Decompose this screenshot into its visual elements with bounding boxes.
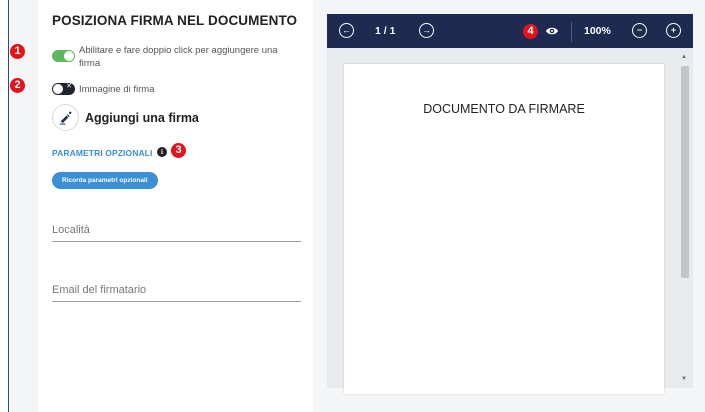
optional-params-label[interactable]: PARAMETRI OPZIONALI [52, 148, 152, 158]
annotation-marker-1: 1 [10, 44, 25, 59]
add-signature-button[interactable]: Aggiungi una firma [52, 104, 199, 131]
document-title: DOCUMENTO DA FIRMARE [423, 102, 585, 116]
scroll-down-arrow[interactable]: ▼ [681, 376, 687, 382]
annotation-marker-3: 3 [171, 143, 186, 158]
viewer-scrollbar[interactable]: ▲ ▼ [680, 54, 690, 384]
location-field[interactable]: Località [52, 224, 301, 242]
location-placeholder: Località [52, 224, 90, 236]
scroll-up-arrow[interactable]: ▲ [681, 54, 687, 60]
signature-pen-icon [52, 104, 79, 131]
next-page-button[interactable]: → [419, 23, 434, 38]
viewer-toolbar: ← 1 / 1 → 4 100% − + [327, 14, 693, 48]
page-indicator: 1 / 1 [375, 25, 396, 37]
enable-signature-label: Abilitare e fare doppio click per aggiun… [79, 45, 278, 69]
email-placeholder: Email del firmatario [52, 284, 147, 296]
email-field[interactable]: Email del firmatario [52, 284, 301, 302]
annotation-marker-2: 2 [10, 78, 25, 93]
annotation-marker-4: 4 [523, 24, 538, 39]
document-viewer: DOCUMENTO DA FIRMARE ▲ ▼ [327, 48, 693, 394]
remember-params-button[interactable]: Ricorda parametri opzionali [52, 172, 158, 189]
panel-title: POSIZIONA FIRMA NEL DOCUMENTO [52, 13, 298, 28]
toolbar-divider [571, 22, 572, 42]
zoom-level: 100% [584, 25, 611, 37]
preview-eye-icon[interactable] [545, 24, 559, 43]
enable-signature-toggle[interactable] [52, 50, 75, 62]
add-signature-label: Aggiungi una firma [85, 110, 199, 125]
zoom-in-button[interactable]: + [666, 23, 681, 38]
previous-page-button[interactable]: ← [339, 23, 354, 38]
document-page[interactable]: DOCUMENTO DA FIRMARE [344, 64, 664, 394]
info-icon[interactable]: i [157, 147, 167, 157]
scrollbar-thumb[interactable] [681, 66, 689, 278]
zoom-out-button[interactable]: − [632, 23, 647, 38]
signature-image-toggle[interactable] [52, 82, 75, 95]
signature-image-label: Immagine di firma [79, 84, 155, 95]
